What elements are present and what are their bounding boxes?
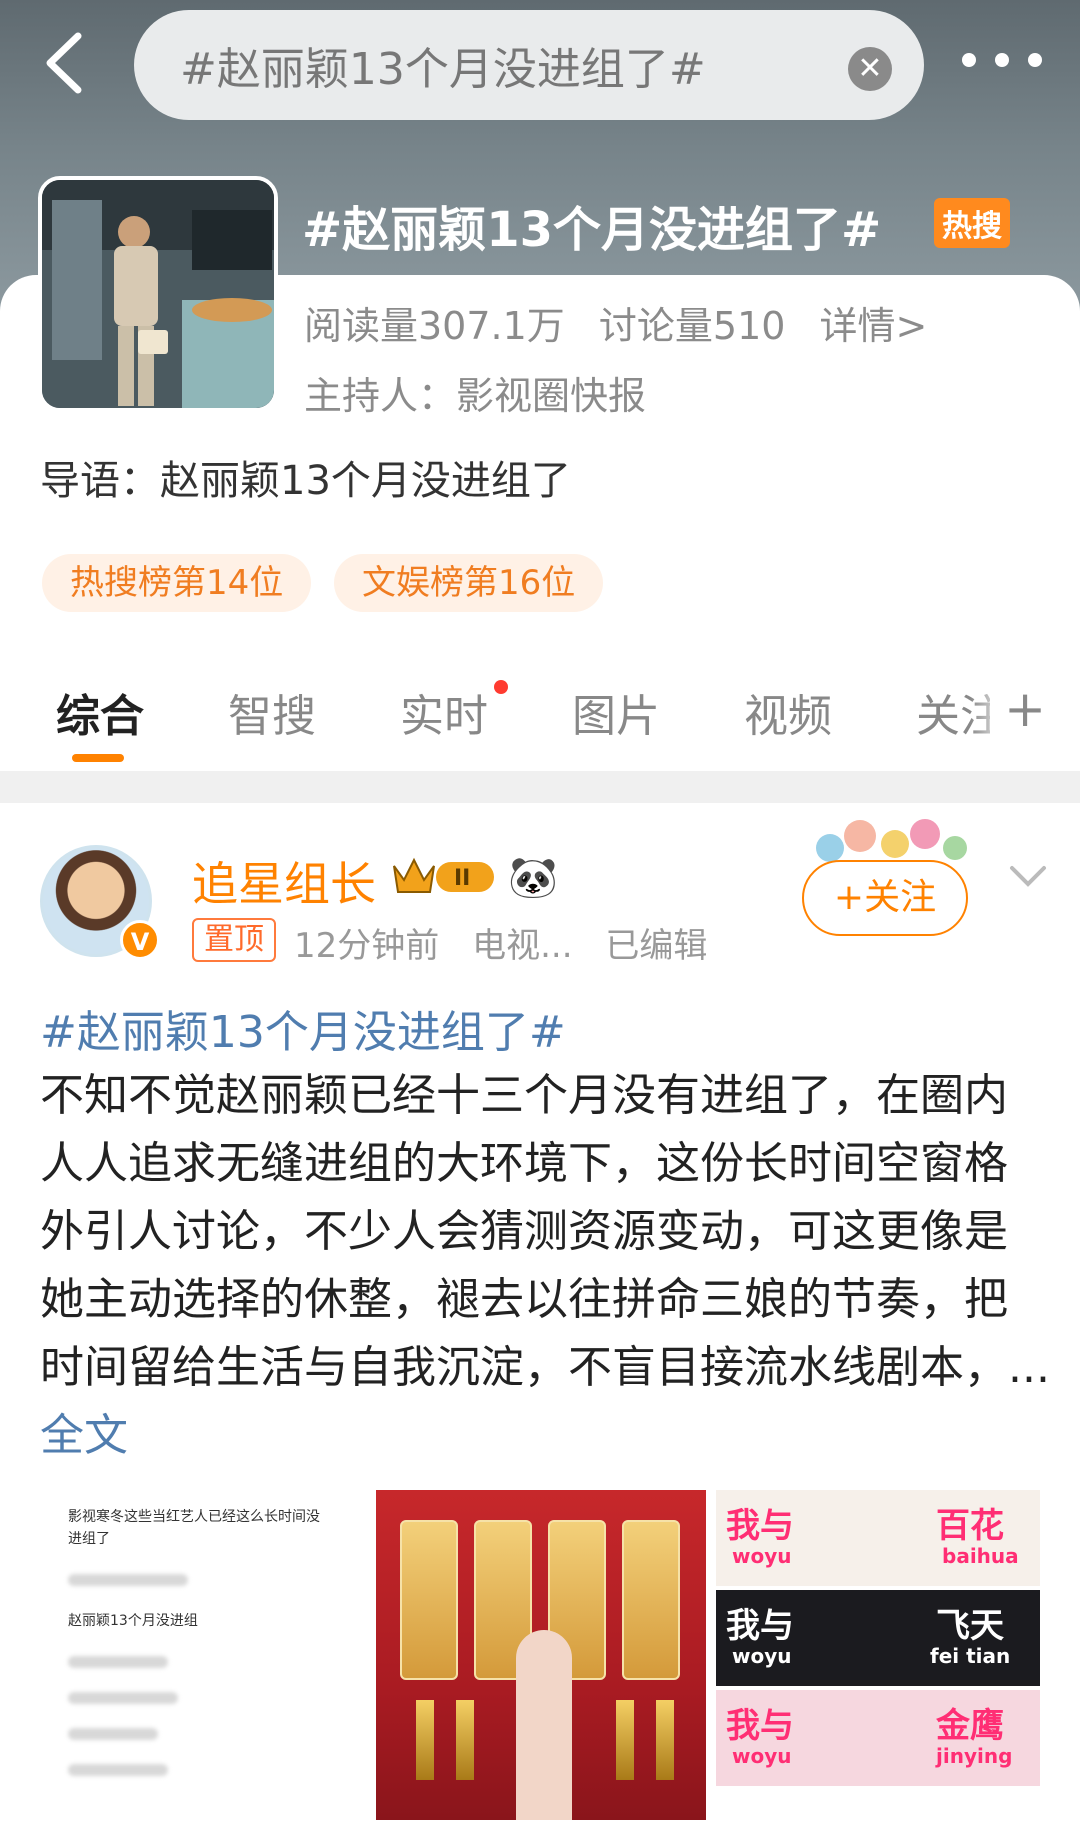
chevron-down-icon[interactable] — [1008, 862, 1048, 892]
hot-badge: 热搜 — [934, 198, 1010, 248]
read-count: 阅读量307.1万 — [304, 304, 565, 348]
blurred-text — [68, 1692, 178, 1704]
collage-text: 金鹰 — [936, 1706, 1004, 1746]
collage-text: 百花 — [936, 1506, 1004, 1546]
poster-icon — [622, 1520, 680, 1680]
blurred-text — [68, 1656, 168, 1668]
post-text: 不知不觉赵丽颖已经十三个月没有进组了，在圈内人人追求无缝进组的大环境下，这份长时… — [40, 1062, 1050, 1470]
dot-icon — [995, 53, 1009, 67]
dot-icon — [962, 53, 976, 67]
trophy-icon — [656, 1700, 674, 1780]
more-options-button[interactable] — [962, 40, 1042, 80]
trophy-icon — [416, 1700, 434, 1780]
read-more-link[interactable]: 全文 — [40, 1410, 128, 1461]
tab-images[interactable]: 图片 — [572, 680, 660, 744]
topic-title: #赵丽颖13个月没进组了# — [302, 202, 882, 258]
collage-text: 飞天 — [936, 1606, 1004, 1646]
collage-text: woyu — [732, 1744, 792, 1768]
tab-videos[interactable]: 视频 — [744, 680, 832, 744]
verified-icon: V — [120, 920, 160, 960]
tab-realtime[interactable]: 实时 — [400, 680, 488, 744]
collage-text: woyu — [732, 1544, 792, 1568]
tab-comprehensive[interactable]: 综合 — [56, 680, 144, 744]
author-name[interactable]: 追星组长 — [192, 848, 376, 914]
collage-text: jinying — [936, 1744, 1013, 1768]
tab-bar: 综合 智搜 实时 图片 视频 关注 — [0, 670, 1080, 770]
blurred-text — [68, 1574, 188, 1586]
collage-text: 我与 — [726, 1706, 794, 1746]
discussion-count: 讨论量510 — [598, 304, 786, 348]
back-arrow-icon — [46, 32, 82, 94]
back-button[interactable] — [40, 30, 90, 96]
blurred-text — [68, 1728, 158, 1740]
topic-host: 主持人：影视圈快报 — [304, 374, 647, 418]
post-meta: 12分钟前 电视... 已编辑 — [294, 918, 729, 967]
active-tab-indicator — [72, 754, 124, 762]
collage-row: 我与 woyu 飞天 fei tian — [716, 1590, 1040, 1686]
edited-label: 已编辑 — [605, 926, 708, 966]
search-bar[interactable]: ✕ — [134, 10, 924, 120]
post-image-1[interactable]: 影视寒冬这些当红艺人已经这么长时间没进组了 赵丽颖13个月没进组 — [40, 1490, 360, 1820]
new-content-dot — [494, 680, 508, 694]
level-badge-text: II — [454, 866, 470, 891]
post-image-2[interactable] — [376, 1490, 706, 1820]
post-source: 电视... — [472, 926, 573, 966]
crown-level-icon: II — [393, 857, 494, 893]
collage-row: 我与 woyu 百花 baihua — [716, 1490, 1040, 1586]
cover-photo-icon — [42, 180, 274, 408]
topic-intro: 导语：赵丽颖13个月没进组了 — [40, 458, 571, 504]
hot-search-rank-chip[interactable]: 热搜榜第14位 — [42, 554, 312, 612]
topic-stats: 阅读量307.1万 讨论量510 详情> — [304, 295, 949, 350]
tab-smart-search[interactable]: 智搜 — [228, 680, 316, 744]
trophy-icon — [616, 1700, 634, 1780]
image-caption: 影视寒冬这些当红艺人已经这么长时间没进组了 — [68, 1509, 320, 1547]
post-image-3[interactable]: 我与 woyu 百花 baihua 我与 woyu 飞天 fei tian 我与… — [716, 1490, 1040, 1820]
collage-text: woyu — [732, 1644, 792, 1668]
follow-button[interactable]: +关注 — [802, 860, 968, 936]
image-line: 赵丽颖13个月没进组 — [68, 1613, 198, 1629]
panda-icon: 🐼 — [508, 855, 558, 901]
collage-text: 我与 — [726, 1506, 794, 1546]
details-link[interactable]: 详情> — [820, 304, 928, 348]
entertainment-rank-chip[interactable]: 文娱榜第16位 — [334, 554, 604, 612]
search-input[interactable] — [180, 39, 800, 91]
collage-text: baihua — [942, 1544, 1019, 1568]
person-figure-icon — [516, 1630, 572, 1820]
add-tab-button[interactable]: + — [990, 680, 1046, 738]
pinned-badge: 置顶 — [192, 918, 276, 962]
follow-decoration-icon — [816, 819, 967, 862]
dot-icon — [1028, 53, 1042, 67]
collage-row: 我与 woyu 金鹰 jinying — [716, 1690, 1040, 1786]
post-body-text: 不知不觉赵丽颖已经十三个月没有进组了，在圈内人人追求无缝进组的大环境下，这份长时… — [40, 1070, 1050, 1393]
poster-icon — [400, 1520, 458, 1680]
section-divider — [0, 771, 1080, 803]
blurred-text — [68, 1764, 168, 1776]
collage-text: 我与 — [726, 1606, 794, 1646]
post-images: 影视寒冬这些当红艺人已经这么长时间没进组了 赵丽颖13个月没进组 我与 woyu… — [40, 1490, 1040, 1820]
post-hashtag[interactable]: #赵丽颖13个月没进组了# — [40, 996, 566, 1060]
collage-text: fei tian — [930, 1644, 1011, 1668]
clear-icon[interactable]: ✕ — [848, 47, 892, 91]
post-time: 12分钟前 — [294, 926, 440, 966]
trophy-icon — [456, 1700, 474, 1780]
topic-cover-image[interactable] — [38, 176, 278, 412]
